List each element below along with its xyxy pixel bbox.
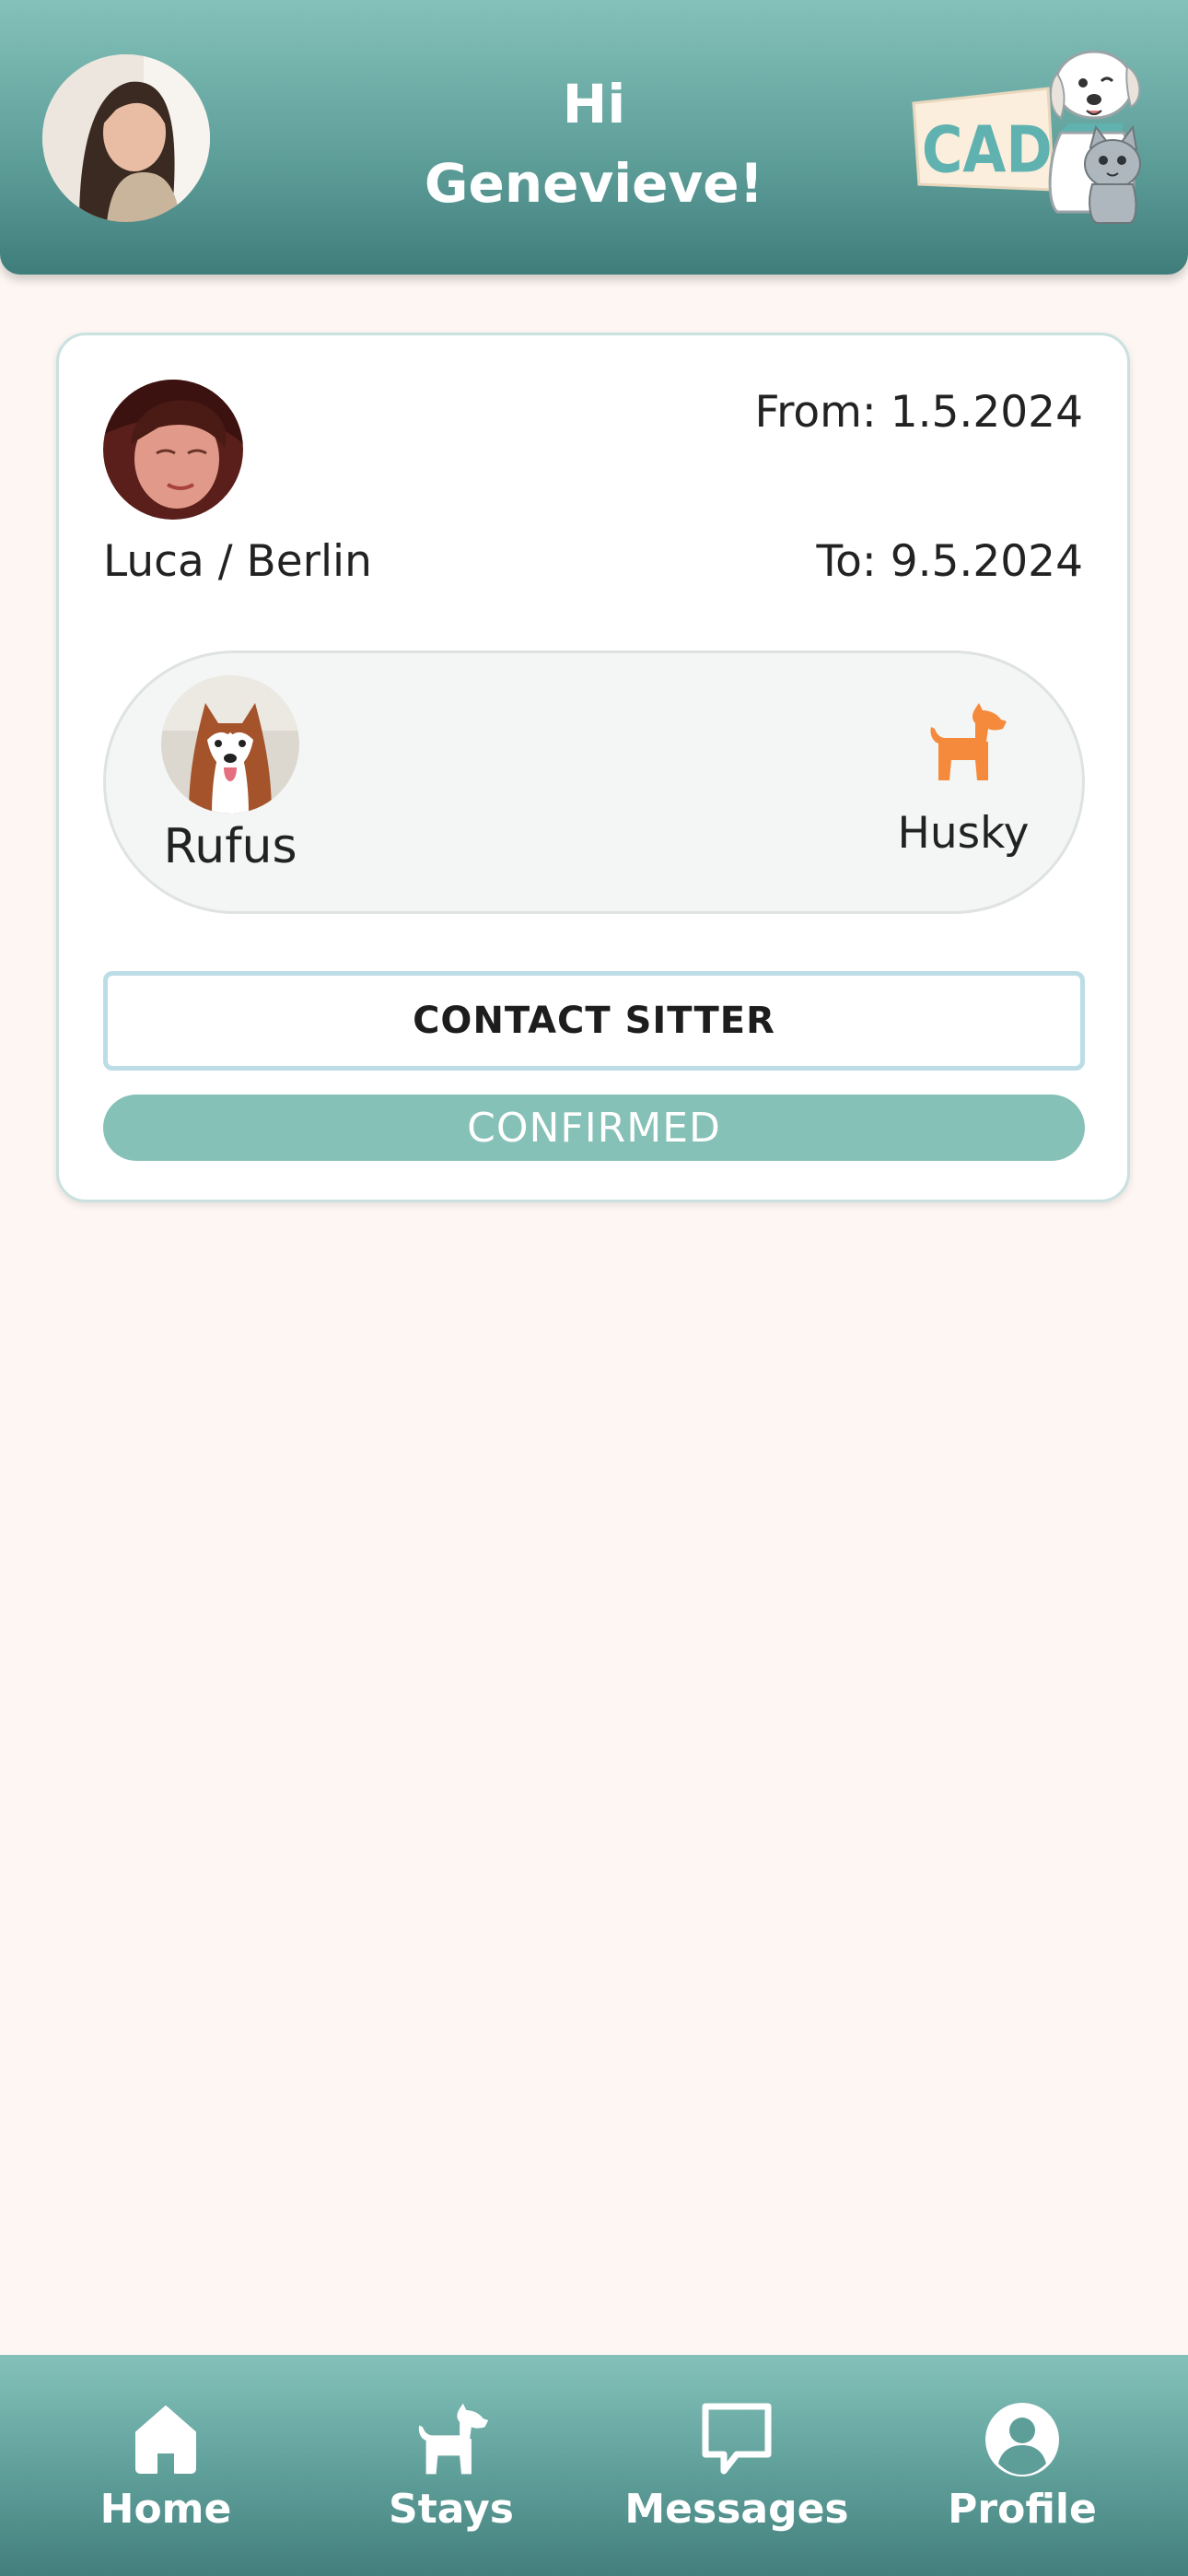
chat-bubble-icon <box>702 2403 772 2475</box>
stay-start-date: From: 1.5.2024 <box>754 387 1083 438</box>
booking-card[interactable]: Luca / Berlin From: 1.5.2024 To: 9.5.202… <box>56 333 1130 1202</box>
user-circle-icon <box>985 2403 1059 2476</box>
status-badge: CONFIRMED <box>103 1095 1085 1161</box>
cado-logo: CADO <box>910 46 1149 230</box>
nav-messages[interactable]: Messages <box>617 2401 856 2548</box>
nav-profile[interactable]: Profile <box>903 2401 1142 2548</box>
nav-messages-label: Messages <box>624 2486 849 2533</box>
user-avatar[interactable] <box>42 54 210 222</box>
greeting-line-1: Hi <box>562 73 626 135</box>
dog-icon <box>418 2403 489 2475</box>
sitter-avatar[interactable] <box>103 380 243 520</box>
nav-home-label: Home <box>99 2486 232 2533</box>
greeting-line-2: Genevieve! <box>424 152 764 215</box>
nav-home[interactable]: Home <box>46 2401 285 2548</box>
bottom-navigation: Home Stays Messages Profile <box>0 2355 1188 2576</box>
pet-info-panel: Rufus Husky <box>103 650 1085 914</box>
greeting: Hi Genevieve! <box>318 64 870 223</box>
nav-stays[interactable]: Stays <box>332 2401 571 2548</box>
stay-end-date: To: 9.5.2024 <box>816 536 1083 587</box>
app-header: Hi Genevieve! CADO <box>0 0 1188 275</box>
pet-avatar[interactable] <box>161 675 299 814</box>
nav-stays-label: Stays <box>389 2486 514 2533</box>
pet-name: Rufus <box>163 819 297 874</box>
contact-sitter-button[interactable]: CONTACT SITTER <box>103 971 1085 1071</box>
dog-icon <box>924 701 1008 784</box>
pet-breed: Husky <box>897 808 1030 859</box>
nav-profile-label: Profile <box>948 2486 1097 2533</box>
home-icon <box>135 2406 196 2474</box>
sitter-name-location: Luca / Berlin <box>103 536 372 587</box>
